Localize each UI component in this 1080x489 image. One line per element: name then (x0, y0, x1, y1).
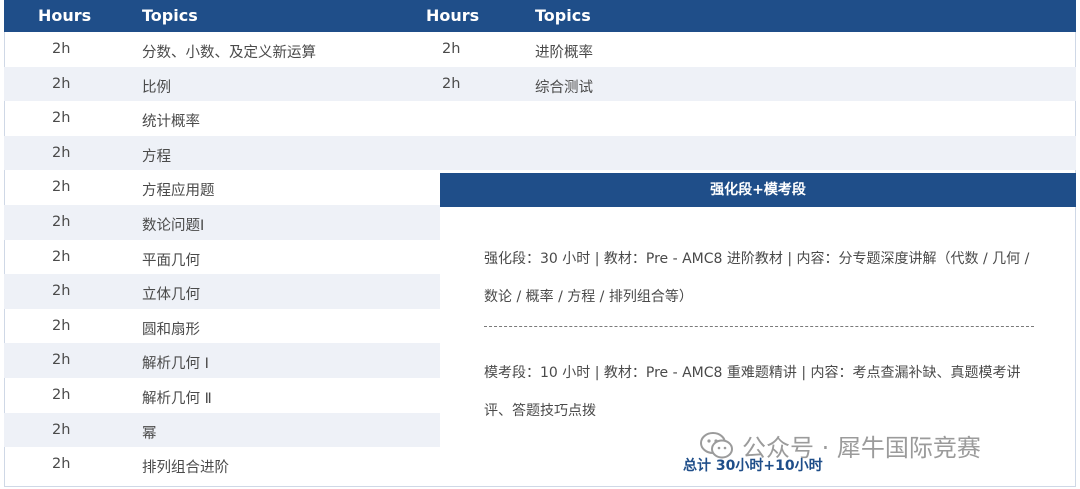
table-row: 2h 数论问题I (4, 204, 440, 240)
table-row: 2h 比例 (4, 66, 440, 102)
hours-cell: 2h (52, 317, 71, 334)
table-row: 2h 排列组合进阶 (4, 447, 440, 482)
table-row: 2h 综合测试 (420, 66, 1076, 102)
dashed-divider (484, 326, 1034, 327)
table-row: 2h 解析几何 Ⅱ (4, 378, 440, 413)
hours-cell: 2h (52, 248, 71, 265)
hours-header: Hours (426, 6, 480, 25)
hours-cell: 2h (52, 421, 71, 438)
hours-cell: 2h (442, 75, 461, 92)
topic-cell: 解析几何 Ⅱ (142, 390, 212, 407)
hours-cell: 2h (52, 352, 71, 369)
empty-row (420, 101, 1076, 136)
table-row: 2h 方程应用题 (4, 170, 440, 205)
empty-row (420, 135, 1076, 171)
table-row: 2h 进阶概率 (420, 32, 1076, 67)
hours-cell: 2h (52, 110, 71, 127)
table-row: 2h 平面几何 (4, 240, 440, 275)
table-row: 2h 圆和扇形 (4, 309, 440, 344)
hours-cell: 2h (52, 41, 71, 57)
left-schedule-table: Hours Topics 2h 分数、小数、及定义新运算 2h 比例 2h 统计概率 2h 方… (4, 0, 440, 482)
watermark-text: 公众号 · 犀牛国际竞赛 (742, 434, 981, 462)
hours-cell: 2h (52, 179, 71, 196)
topics-header: Topics (142, 6, 198, 25)
topic-cell: 分数、小数、及定义新运算 (142, 45, 316, 61)
hours-cell: 2h (52, 213, 71, 230)
hours-cell: 2h (52, 144, 71, 161)
hours-cell: 2h (52, 386, 71, 403)
right-table-header: Hours Topics (420, 0, 1076, 32)
topic-cell: 圆和扇形 (142, 321, 200, 338)
table-row: 2h 幂 (4, 412, 440, 448)
topics-header: Topics (535, 6, 591, 25)
right-schedule-table: Hours Topics 2h 进阶概率 2h 综合测试 (420, 0, 1076, 171)
table-row: 2h 立体几何 (4, 274, 440, 309)
topic-cell: 排列组合进阶 (142, 460, 229, 477)
hours-cell: 2h (52, 283, 71, 300)
wechat-icon (700, 432, 734, 466)
topic-cell: 比例 (142, 79, 171, 96)
hours-cell: 2h (442, 41, 461, 57)
topic-cell: 方程 (142, 148, 171, 165)
topic-cell: 综合测试 (535, 79, 593, 96)
topic-cell: 统计概率 (142, 114, 200, 131)
topic-cell: 平面几何 (142, 252, 200, 269)
hours-header: Hours (38, 6, 92, 25)
hours-cell: 2h (52, 456, 71, 473)
table-row: 2h 分数、小数、及定义新运算 (4, 32, 440, 67)
table-row: 2h 方程 (4, 135, 440, 171)
hours-cell: 2h (52, 75, 71, 92)
topic-cell: 解析几何 Ⅰ (142, 356, 209, 373)
table-row: 2h 统计概率 (4, 101, 440, 136)
mock-exam-stage-text: 模考段：10 小时 | 教材：Pre - AMC8 重难题精讲 | 内容：考点查… (484, 365, 1021, 419)
topic-cell: 进阶概率 (535, 45, 593, 61)
section-title: 强化段+模考段 (440, 173, 1076, 207)
topic-cell: 方程应用题 (142, 183, 215, 200)
watermark: 公众号 · 犀牛国际竞赛 (700, 428, 981, 466)
topic-cell: 立体几何 (142, 287, 200, 304)
topic-cell: 幂 (142, 425, 157, 442)
table-row: 2h 解析几何 Ⅰ (4, 343, 440, 378)
topic-cell: 数论问题I (142, 217, 205, 234)
intensive-stage-text: 强化段：30 小时 | 教材：Pre - AMC8 进阶教材 | 内容：分专题深… (484, 251, 1030, 305)
left-table-header: Hours Topics (4, 0, 440, 32)
